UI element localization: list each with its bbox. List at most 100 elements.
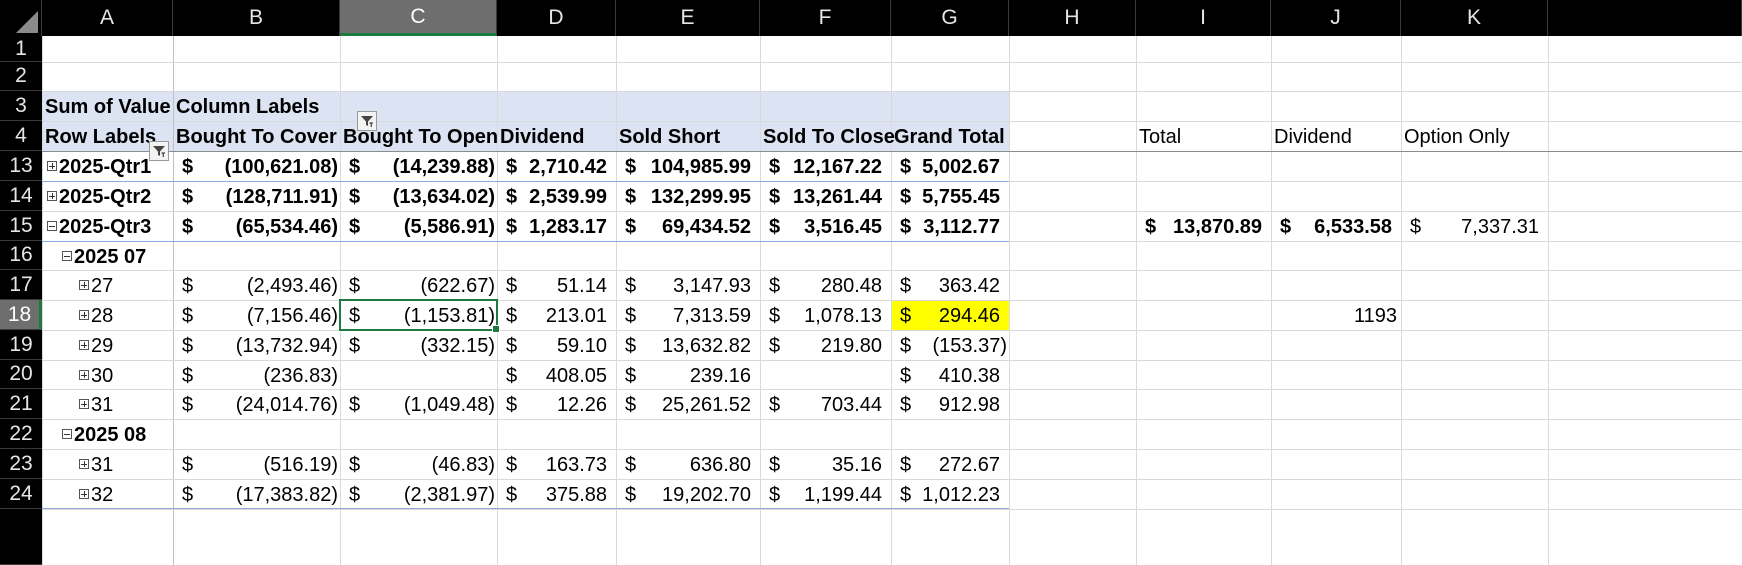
pivot-row-label[interactable]: 2025-Qtr3	[59, 217, 151, 237]
row-header-18[interactable]: 18	[0, 300, 42, 330]
pivot-value-cell[interactable]: 132,299.95	[651, 187, 751, 207]
pivot-value-cell[interactable]: 7,313.59	[673, 306, 751, 326]
column-header-g[interactable]: G	[891, 0, 1009, 36]
pivot-row-label[interactable]: 2025-Qtr2	[59, 187, 151, 207]
expand-toggle-icon[interactable]	[79, 280, 89, 290]
pivot-row-label[interactable]: 27	[91, 276, 113, 296]
column-header-c[interactable]: C	[340, 0, 497, 36]
pivot-row-label[interactable]: 29	[91, 336, 113, 356]
pivot-value-cell[interactable]: 294.46	[939, 306, 1000, 326]
row-labels-filter-button[interactable]	[149, 141, 169, 161]
column-header-d[interactable]: D	[497, 0, 616, 36]
pivot-value-cell[interactable]: (100,621.08)	[225, 157, 338, 177]
fill-handle[interactable]	[492, 325, 500, 333]
pivot-value-cell[interactable]: 13,632.82	[662, 336, 751, 356]
collapse-toggle-icon[interactable]	[62, 429, 72, 439]
side-value-cell[interactable]: 7,337.31	[1461, 217, 1539, 237]
expand-toggle-icon[interactable]	[47, 161, 57, 171]
row-header-13[interactable]: 13	[0, 151, 42, 181]
row-header-19[interactable]: 19	[0, 330, 42, 360]
pivot-value-cell[interactable]: (13,732.94)	[236, 336, 338, 356]
pivot-value-cell[interactable]: 13,261.44	[793, 187, 882, 207]
column-header-k[interactable]: K	[1401, 0, 1548, 36]
pivot-value-cell[interactable]: 280.48	[821, 276, 882, 296]
row-header-1[interactable]: 1	[0, 36, 42, 62]
pivot-row-label[interactable]: 31	[91, 455, 113, 475]
pivot-value-cell[interactable]: (1,049.48)	[404, 395, 495, 415]
pivot-value-cell[interactable]: 272.67	[939, 455, 1000, 475]
side-value-cell[interactable]: 6,533.58	[1314, 217, 1392, 237]
row-header-3[interactable]: 3	[0, 91, 42, 121]
pivot-value-cell[interactable]: 239.16	[690, 366, 751, 386]
row-header-2[interactable]: 2	[0, 62, 42, 91]
expand-toggle-icon[interactable]	[47, 191, 57, 201]
pivot-value-cell[interactable]: (5,586.91)	[404, 217, 495, 237]
pivot-value-cell[interactable]: 1,012.23	[922, 485, 1000, 505]
row-header-16[interactable]: 16	[0, 241, 42, 270]
column-header-e[interactable]: E	[616, 0, 760, 36]
pivot-value-cell[interactable]: (65,534.46)	[236, 217, 338, 237]
pivot-row-label[interactable]: 32	[91, 485, 113, 505]
row-header-22[interactable]: 22	[0, 419, 42, 449]
row-header-20[interactable]: 20	[0, 360, 42, 389]
pivot-value-cell[interactable]: 703.44	[821, 395, 882, 415]
column-header-f[interactable]: F	[760, 0, 891, 36]
row-header-17[interactable]: 17	[0, 270, 42, 300]
pivot-value-cell[interactable]: 3,112.77	[923, 217, 1000, 237]
pivot-row-label[interactable]: 28	[91, 306, 113, 326]
pivot-value-cell[interactable]: 2,710.42	[529, 157, 607, 177]
row-header-24[interactable]: 24	[0, 479, 42, 509]
pivot-value-cell[interactable]: (153.37)	[933, 336, 1008, 356]
pivot-value-cell[interactable]: 35.16	[832, 455, 882, 475]
spreadsheet-grid[interactable]: A B C D E F G H I J K 1 2 3 4 13 14 15 16 17 18 19 20 21 22 23 24 S…	[0, 0, 1742, 565]
pivot-value-cell[interactable]: 410.38	[939, 366, 1000, 386]
pivot-value-cell[interactable]: 1,283.17	[529, 217, 607, 237]
pivot-value-cell[interactable]: 375.88	[546, 485, 607, 505]
pivot-value-cell[interactable]: 59.10	[557, 336, 607, 356]
column-header-a[interactable]: A	[42, 0, 173, 36]
pivot-value-cell[interactable]: 2,539.99	[529, 187, 607, 207]
row-header-15[interactable]: 15	[0, 211, 42, 241]
pivot-value-cell[interactable]: (2,381.97)	[404, 485, 495, 505]
pivot-value-cell[interactable]: 213.01	[546, 306, 607, 326]
expand-toggle-icon[interactable]	[79, 459, 89, 469]
pivot-value-cell[interactable]: 12,167.22	[793, 157, 882, 177]
pivot-value-cell[interactable]: 25,261.52	[662, 395, 751, 415]
expand-toggle-icon[interactable]	[79, 399, 89, 409]
side-value-cell[interactable]: 13,870.89	[1173, 217, 1262, 237]
pivot-row-label[interactable]: 31	[91, 395, 113, 415]
pivot-row-label[interactable]: 30	[91, 366, 113, 386]
expand-toggle-icon[interactable]	[79, 340, 89, 350]
expand-toggle-icon[interactable]	[79, 370, 89, 380]
pivot-value-cell[interactable]: 219.80	[821, 336, 882, 356]
pivot-value-cell[interactable]: (24,014.76)	[236, 395, 338, 415]
pivot-value-cell[interactable]: 3,147.93	[673, 276, 751, 296]
pivot-value-cell[interactable]: 5,755.45	[922, 187, 1000, 207]
column-header-b[interactable]: B	[173, 0, 340, 36]
column-header-i[interactable]: I	[1136, 0, 1271, 36]
pivot-value-cell[interactable]: 19,202.70	[662, 485, 751, 505]
pivot-value-cell[interactable]: (13,634.02)	[393, 187, 495, 207]
pivot-value-cell[interactable]: 636.80	[690, 455, 751, 475]
collapse-toggle-icon[interactable]	[62, 251, 72, 261]
cell-j18[interactable]: 1193	[1354, 306, 1397, 326]
pivot-value-cell[interactable]: 912.98	[939, 395, 1000, 415]
pivot-row-label[interactable]: 2025 07	[74, 247, 146, 267]
pivot-value-cell[interactable]: 163.73	[546, 455, 607, 475]
pivot-value-cell[interactable]: (14,239.88)	[393, 157, 495, 177]
row-header-23[interactable]: 23	[0, 449, 42, 479]
pivot-value-cell[interactable]: 408.05	[546, 366, 607, 386]
collapse-toggle-icon[interactable]	[47, 221, 57, 231]
pivot-value-cell[interactable]: (17,383.82)	[236, 485, 338, 505]
pivot-value-cell[interactable]: (2,493.46)	[247, 276, 338, 296]
pivot-value-cell[interactable]: (46.83)	[432, 455, 495, 475]
row-header-4[interactable]: 4	[0, 121, 42, 151]
expand-toggle-icon[interactable]	[79, 489, 89, 499]
row-header-14[interactable]: 14	[0, 181, 42, 211]
row-header-partial[interactable]	[0, 509, 42, 565]
row-header-21[interactable]: 21	[0, 389, 42, 419]
pivot-value-cell[interactable]: 363.42	[939, 276, 1000, 296]
pivot-value-cell[interactable]: (622.67)	[421, 276, 496, 296]
pivot-value-cell[interactable]: 12.26	[557, 395, 607, 415]
column-header-j[interactable]: J	[1271, 0, 1401, 36]
